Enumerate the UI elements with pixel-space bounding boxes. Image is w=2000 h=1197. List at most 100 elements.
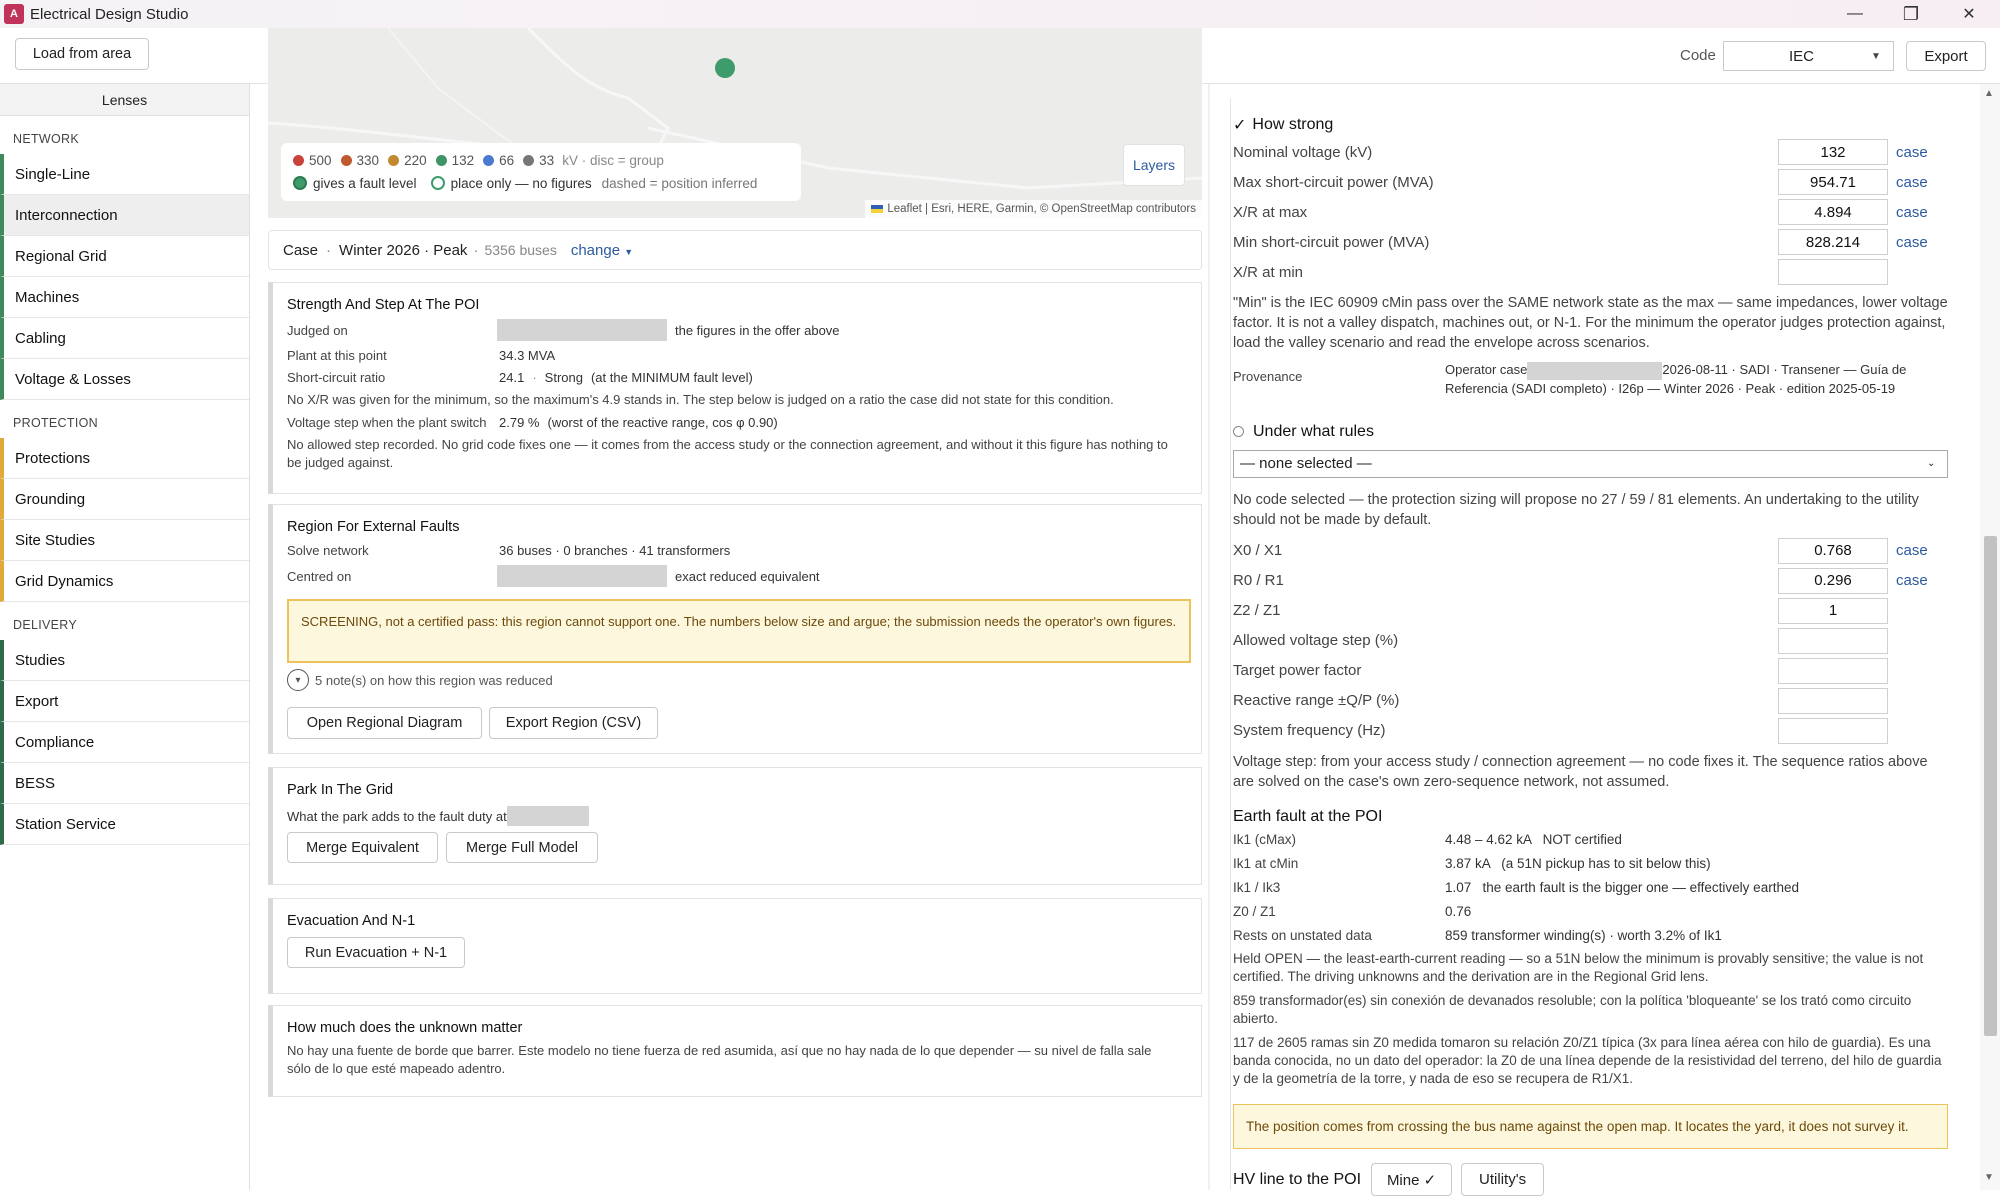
rules-header[interactable]: Under what rules <box>1233 420 1948 444</box>
case-link[interactable]: case <box>1888 234 1948 251</box>
case-link[interactable]: case <box>1888 174 1948 191</box>
scroll-down-icon[interactable]: ▼ <box>1984 1172 1994 1183</box>
sidebar-item-station-service[interactable]: Station Service <box>0 804 249 845</box>
export-button[interactable]: Export <box>1906 41 1986 71</box>
field-row: X/R at max 4.894 case <box>1233 197 1948 227</box>
solve-label: Solve network <box>287 543 369 558</box>
field-input[interactable] <box>1778 627 1888 654</box>
chevron-down-icon: ⌄ <box>1927 458 1936 470</box>
field-label: X/R at max <box>1233 203 1308 221</box>
field-label: X/R at min <box>1233 263 1304 281</box>
sidebar-item-single-line[interactable]: Single-Line <box>0 154 249 195</box>
open-regional-diagram-button[interactable]: Open Regional Diagram <box>287 707 482 739</box>
field-row: X/R at min <box>1233 257 1948 287</box>
utility-toggle[interactable]: Utility's <box>1461 1163 1545 1197</box>
sidebar-item-grounding[interactable]: Grounding <box>0 479 249 520</box>
chevron-down-icon: ▾ <box>287 669 309 691</box>
kv-level: 66 <box>499 152 515 168</box>
sidebar-item-interconnection[interactable]: Interconnection <box>0 195 249 236</box>
sidebar-item-studies[interactable]: Studies <box>0 640 249 681</box>
rules-select[interactable]: — none selected — ⌄ <box>1233 449 1948 478</box>
unknown-title: How much does the unknown matter <box>287 1020 523 1036</box>
sidebar-item-voltage-losses[interactable]: Voltage & Losses <box>0 359 249 400</box>
case-name: Winter 2026 · Peak <box>339 241 468 259</box>
region-notes-label: 5 note(s) on how this region was reduced <box>315 672 553 688</box>
strength-card: Strength And Step At The POI Judged on th… <box>268 282 1202 494</box>
kv-dot-icon <box>293 154 304 166</box>
minimize-icon[interactable]: — <box>1830 0 1880 28</box>
legend-dashed: dashed = position inferred <box>601 175 758 191</box>
hv-line-label: HV line to the POI <box>1233 1170 1362 1188</box>
map-view[interactable]: 500 330 220 132 66 33 kV · disc = group gives … <box>268 28 1202 218</box>
step-value: 2.79 % <box>499 415 540 430</box>
sidebar-item-export[interactable]: Export <box>0 681 249 722</box>
export-region-csv-button[interactable]: Export Region (CSV) <box>489 707 658 739</box>
provenance-label: Provenance <box>1233 369 1303 384</box>
field-label: Max short-circuit power (MVA) <box>1233 173 1434 191</box>
case-link[interactable]: case <box>1888 572 1948 589</box>
merge-full-model-button[interactable]: Merge Full Model <box>446 832 598 863</box>
case-link[interactable]: case <box>1888 542 1948 559</box>
field-input[interactable]: 954.71 <box>1778 169 1888 195</box>
app-icon: A <box>4 4 24 24</box>
z0-note: 117 de 2605 ramas sin Z0 medida tomaron … <box>1233 1034 1942 1086</box>
region-notes-toggle[interactable]: ▾ 5 note(s) on how this region was reduc… <box>287 669 1201 691</box>
bus-marker[interactable] <box>715 58 735 78</box>
park-desc: What the park adds to the fault duty at <box>287 808 507 824</box>
screening-warning: SCREENING, not a certified pass: this re… <box>287 599 1191 663</box>
kv-level: 500 <box>309 152 332 168</box>
sidebar-item-bess[interactable]: BESS <box>0 763 249 804</box>
allowed-step-note: No allowed step recorded. No grid code f… <box>287 437 1168 470</box>
load-from-area-button[interactable]: Load from area <box>15 38 149 70</box>
mine-toggle[interactable]: Mine ✓ <box>1371 1163 1453 1197</box>
earth-fault-key: Ik1 at cMin <box>1233 856 1299 872</box>
field-input[interactable]: 0.296 <box>1778 567 1888 594</box>
how-strong-fields: Nominal voltage (kV) 132 case Max short-cir… <box>1233 137 1948 287</box>
check-icon: ✓ <box>1233 117 1247 134</box>
kv-dot-icon <box>483 154 495 166</box>
earth-fault-row: Rests on unstated data 859 transformer wi… <box>1233 924 1948 948</box>
sidebar-item-machines[interactable]: Machines <box>0 277 249 318</box>
unknown-text: No hay una fuente de borde que barrer. E… <box>287 1043 1152 1076</box>
field-row: Min short-circuit power (MVA) 828.214 case <box>1233 227 1948 257</box>
field-input[interactable] <box>1778 657 1888 684</box>
scroll-up-icon[interactable]: ▲ <box>1984 88 1994 99</box>
sidebar-item-protections[interactable]: Protections <box>0 438 249 479</box>
field-input[interactable]: 0.768 <box>1778 537 1888 564</box>
maximize-icon[interactable]: ❐ <box>1886 0 1936 28</box>
sidebar-item-cabling[interactable]: Cabling <box>0 318 249 359</box>
run-evacuation-button[interactable]: Run Evacuation + N-1 <box>287 937 465 968</box>
step-source-note: Voltage step: from your access study / c… <box>1233 753 1928 790</box>
case-link[interactable]: case <box>1888 144 1948 161</box>
scroll-thumb[interactable] <box>1984 536 1997 1036</box>
evac-title: Evacuation And N-1 <box>287 913 416 929</box>
title-bar: A Electrical Design Studio — ❐ ✕ <box>0 0 2000 28</box>
case-link[interactable]: case <box>1888 204 1948 221</box>
merge-equivalent-button[interactable]: Merge Equivalent <box>287 832 438 863</box>
min-note: "Min" is the IEC 60909 cMin pass over th… <box>1233 295 1948 351</box>
fault-disc-icon <box>293 176 307 190</box>
right-scrollbar[interactable]: ▲ ▼ <box>1980 84 2000 1190</box>
field-input[interactable]: 828.214 <box>1778 229 1888 255</box>
close-icon[interactable]: ✕ <box>1944 0 1994 28</box>
sidebar-item-grid-dynamics[interactable]: Grid Dynamics <box>0 561 249 602</box>
sidebar-item-site-studies[interactable]: Site Studies <box>0 520 249 561</box>
earth-fault-value: 1.07 the earth fault is the bigger one —… <box>1445 880 1799 896</box>
judged-on-label: Judged on <box>287 322 348 338</box>
field-input[interactable] <box>1778 259 1888 285</box>
field-input[interactable]: 4.894 <box>1778 199 1888 225</box>
earth-fault-key: Rests on unstated data <box>1233 928 1372 944</box>
field-input[interactable]: 1 <box>1778 597 1888 624</box>
region-card: Region For External Faults Solve network… <box>268 504 1202 754</box>
field-input[interactable] <box>1778 687 1888 714</box>
plant-label: Plant at this point <box>287 348 387 363</box>
field-input[interactable] <box>1778 717 1888 744</box>
code-select[interactable]: IEC ▼ <box>1723 41 1894 71</box>
sidebar-item-regional-grid[interactable]: Regional Grid <box>0 236 249 277</box>
change-case-link[interactable]: change ▼ <box>571 242 633 259</box>
sidebar-item-compliance[interactable]: Compliance <box>0 722 249 763</box>
layers-button[interactable]: Layers <box>1123 144 1185 186</box>
legend-place: place only — no figures <box>450 175 592 191</box>
lenses-sidebar: Lenses NETWORK Single-Line Interconnection… <box>0 84 250 1190</box>
field-input[interactable]: 132 <box>1778 139 1888 165</box>
